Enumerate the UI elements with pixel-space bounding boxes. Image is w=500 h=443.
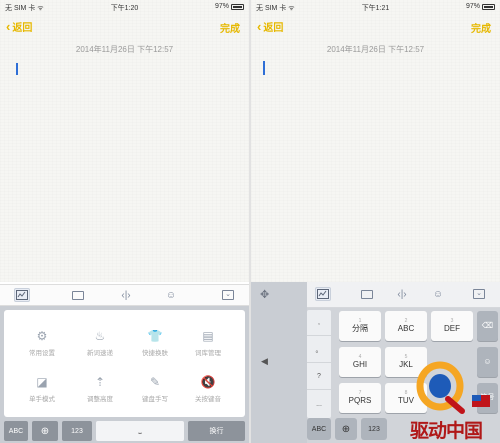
- key-3[interactable]: 3 DEF: [431, 311, 473, 341]
- cursor-move-icon[interactable]: ‹|›: [116, 288, 136, 302]
- note-date: 2014年11月26日 下午12:57: [326, 45, 425, 54]
- note-date: 2014年11月26日 下午12:57: [75, 45, 174, 54]
- delete-key[interactable]: ⌫: [477, 311, 498, 341]
- status-time: 下午1:20: [110, 5, 139, 12]
- keyboard-bottom-row: ABC ⊕ 123 ⎵ 换行: [0, 421, 249, 443]
- note-paper: [251, 0, 500, 282]
- keyboard-icon[interactable]: [359, 287, 375, 301]
- cursor-move-icon[interactable]: ‹|›: [392, 287, 412, 301]
- left-screenshot: 无 SIM 卡 ⁠ᯤ 下午1:20 97% ‹ 返回 完成 2014年11月26…: [0, 0, 249, 443]
- menu-item-label: 快捷换肤: [142, 350, 168, 357]
- mute-icon: 🔇: [200, 375, 216, 389]
- chevron-left-icon: ‹: [6, 19, 11, 34]
- battery-percent: 97%: [214, 3, 229, 10]
- space-key[interactable]: ⎵: [96, 421, 184, 441]
- key-7[interactable]: 7 PQRS: [339, 383, 381, 413]
- gear-icon: ⚙: [36, 329, 48, 343]
- note-paper: [0, 0, 249, 282]
- collapse-keyboard-icon[interactable]: ⌄: [220, 288, 236, 302]
- menu-item-adjust-height[interactable]: ⇡ 调整高度: [76, 374, 124, 403]
- emoji-icon[interactable]: ☺: [163, 288, 179, 302]
- menu-item-label: 关按键音: [195, 396, 221, 403]
- resize-icon: ⇡: [94, 375, 106, 389]
- globe-icon: ⊕: [341, 423, 351, 435]
- back-button[interactable]: ‹ 返回: [257, 19, 283, 34]
- punctuation-key[interactable]: ,: [307, 310, 331, 336]
- punctuation-key[interactable]: 。: [307, 337, 331, 363]
- done-button[interactable]: 完成: [471, 20, 491, 35]
- globe-key[interactable]: ⊕: [32, 421, 58, 441]
- globe-icon: ⊕: [40, 425, 50, 437]
- one-hand-side-area[interactable]: [251, 282, 307, 443]
- number-key[interactable]: 123: [62, 421, 92, 441]
- keyboard-chart-icon[interactable]: [14, 288, 30, 302]
- key-4[interactable]: 4 GHI: [339, 347, 381, 377]
- qudong-logo: 驱动中国: [410, 361, 500, 443]
- backspace-icon: ⌫: [481, 321, 494, 330]
- abc-key[interactable]: ABC: [4, 421, 28, 441]
- menu-item-label: 常用设置: [29, 350, 55, 357]
- battery-indicator: 97%: [215, 3, 244, 10]
- menu-item-label: 单手模式: [29, 396, 55, 403]
- text-cursor[interactable]: [16, 63, 18, 75]
- number-key[interactable]: 123: [361, 418, 387, 440]
- status-time: 下午1:21: [361, 5, 390, 12]
- menu-item-label: 键盘手写: [142, 396, 168, 403]
- globe-key[interactable]: ⊕: [335, 418, 357, 440]
- emoji-icon[interactable]: ☺: [430, 287, 446, 301]
- status-bar: 无 SIM 卡 ⁠ᯤ 下午1:21 97%: [251, 3, 500, 13]
- key-label: ABC: [397, 324, 415, 333]
- menu-item-label: 调整高度: [87, 396, 113, 403]
- shirt-icon: 👕: [147, 329, 163, 343]
- key-label: GHI: [352, 360, 368, 369]
- key-2[interactable]: 2 ABC: [385, 311, 427, 341]
- key-1[interactable]: 1 分隔: [339, 311, 381, 341]
- abc-key[interactable]: ABC: [307, 418, 331, 440]
- switch-side-icon[interactable]: ◀: [261, 356, 268, 367]
- menu-item-one-hand[interactable]: ◪ 单手模式: [18, 374, 66, 403]
- text-cursor[interactable]: [263, 61, 265, 75]
- back-button[interactable]: ‹ 返回: [6, 19, 32, 34]
- key-label: PQRS: [348, 396, 372, 405]
- menu-item-label: 词库管理: [195, 350, 221, 357]
- keyboard-toolbar: ‹|› ☺ ⌄: [0, 284, 249, 306]
- done-button[interactable]: 完成: [220, 20, 240, 35]
- keyboard-icon[interactable]: [70, 288, 86, 302]
- hand-icon: ◪: [36, 375, 48, 389]
- menu-item-dictionary[interactable]: ▤ 词库管理: [184, 328, 232, 357]
- key-label: DEF: [444, 324, 460, 333]
- nav-bar: ‹ 返回 完成: [0, 19, 249, 37]
- battery-icon: [482, 3, 495, 10]
- back-label: 返回: [12, 23, 33, 34]
- collapse-keyboard-icon[interactable]: ⌄: [471, 287, 487, 301]
- keyboard-chart-icon[interactable]: [315, 287, 331, 301]
- menu-item-key-sound[interactable]: 🔇 关按键音: [184, 374, 232, 403]
- menu-item-common-settings[interactable]: ⚙ 常用设置: [18, 328, 66, 357]
- book-icon: ▤: [202, 329, 214, 343]
- menu-item-new-words[interactable]: ♨ 新词速递: [76, 328, 124, 357]
- space-icon: ⎵: [138, 427, 142, 434]
- move-icon[interactable]: ✥: [260, 288, 269, 301]
- punctuation-key[interactable]: ?: [307, 364, 331, 390]
- punctuation-column: , 。 ? ...: [307, 310, 331, 418]
- punctuation-key[interactable]: ...: [307, 391, 331, 417]
- menu-item-label: 新词速递: [87, 350, 113, 357]
- menu-item-handwriting[interactable]: ✎ 键盘手写: [131, 374, 179, 403]
- battery-icon: [231, 3, 244, 10]
- back-label: 返回: [263, 23, 284, 34]
- return-key[interactable]: 换行: [188, 421, 245, 441]
- flame-icon: ♨: [94, 329, 106, 343]
- chevron-left-icon: ‹: [257, 19, 262, 34]
- battery-percent: 97%: [465, 3, 480, 10]
- key-label: 分隔: [352, 324, 368, 333]
- nav-bar: ‹ 返回 完成: [251, 19, 500, 37]
- watermark-text: 驱动中国: [410, 420, 483, 442]
- status-bar: 无 SIM 卡 ⁠ᯤ 下午1:20 97%: [0, 3, 249, 13]
- menu-item-quick-skin[interactable]: 👕 快捷换肤: [131, 328, 179, 357]
- battery-indicator: 97%: [466, 3, 495, 10]
- handwriting-icon: ✎: [149, 375, 161, 389]
- settings-menu: ⚙ 常用设置 ♨ 新词速递 👕 快捷换肤 ▤ 词库管理 ◪ 单手模式 ⇡ 调整高…: [4, 310, 245, 417]
